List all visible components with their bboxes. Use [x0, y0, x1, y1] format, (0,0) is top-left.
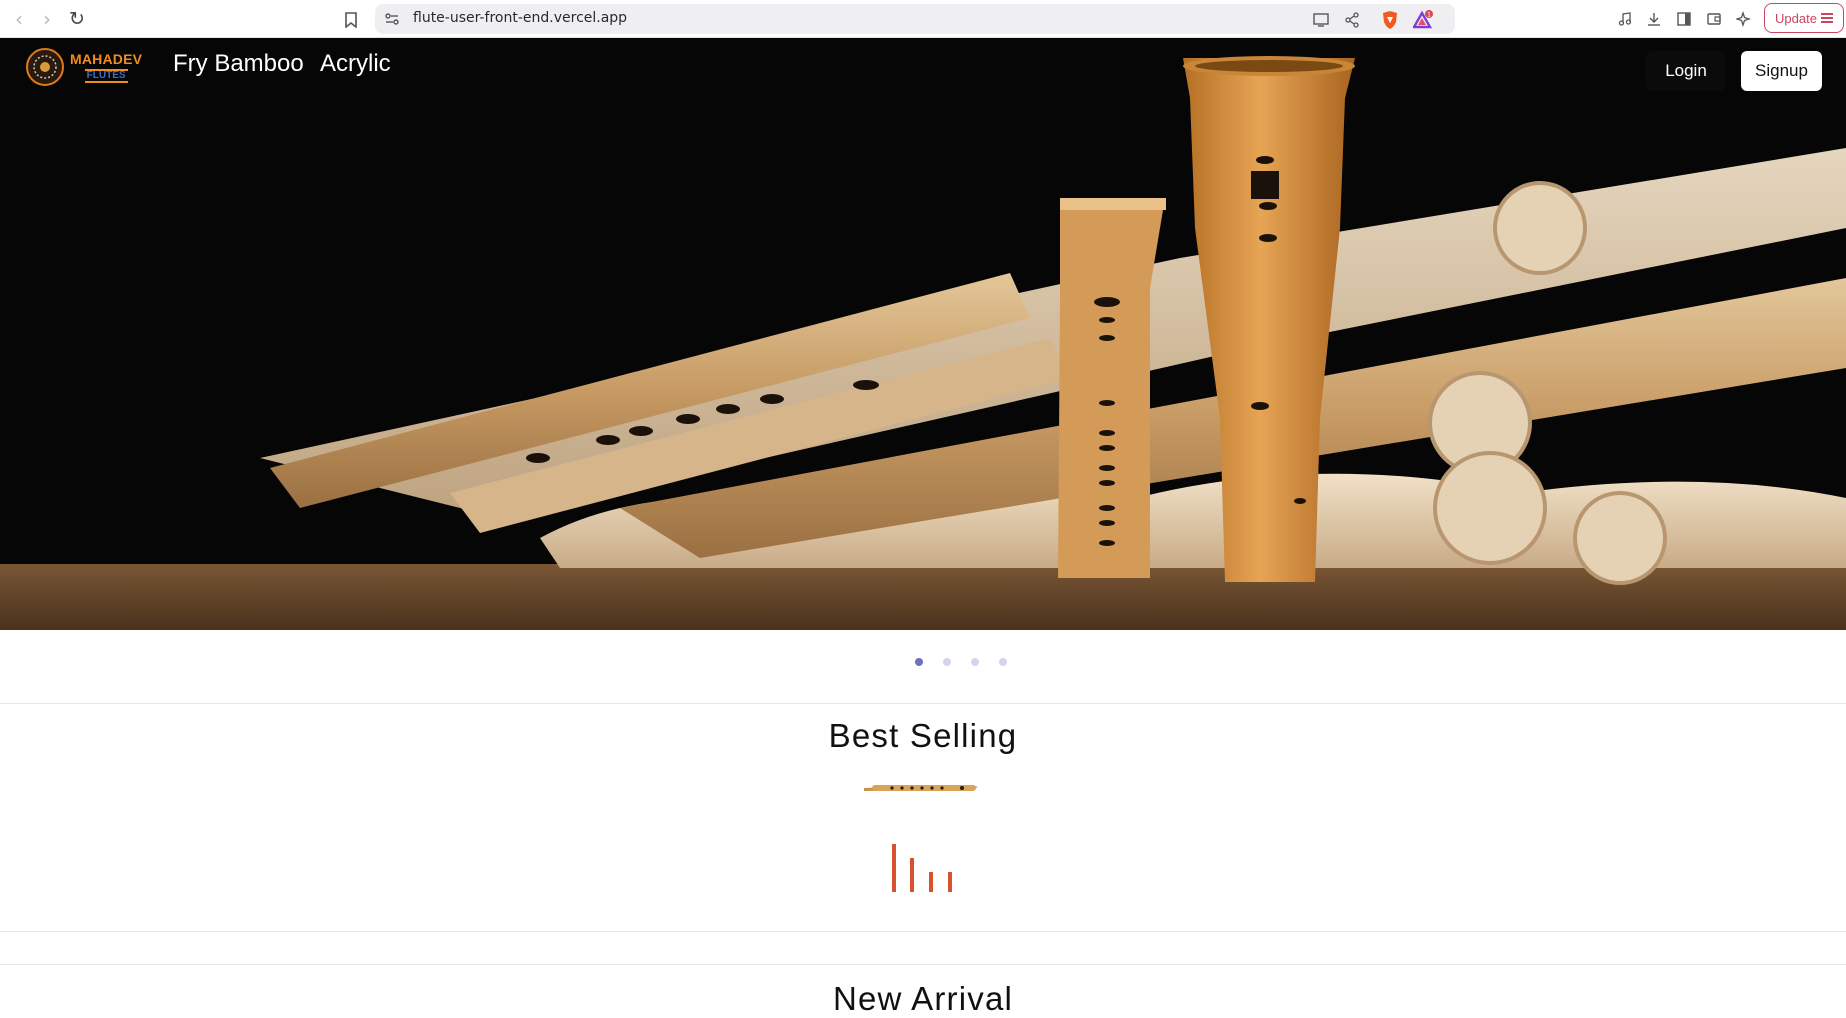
bookmark-icon[interactable]: [339, 8, 363, 32]
wallet-icon[interactable]: [1703, 8, 1725, 30]
logo-emblem-icon: [26, 48, 64, 86]
svg-text:1: 1: [1427, 12, 1431, 19]
site-info-icon[interactable]: [383, 10, 401, 28]
nav-link-fry-bamboo[interactable]: Fry Bamboo: [173, 50, 304, 78]
section-divider: [0, 703, 1846, 704]
share-icon[interactable]: [1341, 9, 1363, 31]
leo-ai-icon[interactable]: [1733, 8, 1755, 30]
signup-button[interactable]: Signup: [1741, 51, 1822, 91]
carousel-dot-2[interactable]: [943, 658, 951, 666]
url-text[interactable]: flute-user-front-end.vercel.app: [413, 10, 627, 26]
download-icon[interactable]: [1643, 8, 1665, 30]
sidebar-icon[interactable]: [1673, 8, 1695, 30]
logo-top-text: MAHADEV: [70, 50, 143, 67]
carousel-indicators: [0, 658, 1846, 672]
menu-icon: [1820, 13, 1833, 23]
update-button[interactable]: Update: [1764, 3, 1844, 33]
carousel-dot-1[interactable]: [915, 658, 923, 666]
logo-bottom-text: FLUTES: [84, 68, 128, 83]
media-icon[interactable]: [1614, 8, 1636, 30]
address-bar[interactable]: flute-user-front-end.vercel.app 1: [375, 4, 1455, 34]
forward-icon[interactable]: ›: [34, 6, 60, 32]
brave-shields-icon[interactable]: [1379, 9, 1401, 31]
carousel-dot-3[interactable]: [971, 658, 979, 666]
reload-icon[interactable]: ↻: [64, 6, 90, 32]
cast-icon[interactable]: [1310, 9, 1332, 31]
login-button[interactable]: Login: [1646, 51, 1726, 91]
section-divider: [0, 931, 1846, 932]
flute-divider-icon: [862, 779, 980, 795]
loading-bars-icon: [891, 842, 955, 892]
carousel-dot-4[interactable]: [999, 658, 1007, 666]
best-selling-title: Best Selling: [828, 717, 1018, 754]
hero-flute-image: [0, 38, 1846, 630]
back-icon[interactable]: ‹: [6, 6, 32, 32]
nav-link-acrylic[interactable]: Acrylic: [320, 50, 391, 78]
browser-toolbar: ‹ › ↻ flute-user-front-end.vercel.app 1: [0, 0, 1846, 38]
hero-carousel[interactable]: [0, 38, 1846, 630]
update-label: Update: [1775, 10, 1817, 26]
brave-rewards-icon[interactable]: 1: [1413, 9, 1435, 31]
new-arrival-title: New Arrival: [832, 980, 1014, 1017]
section-divider: [0, 964, 1846, 965]
site-logo[interactable]: MAHADEV FLUTES: [26, 48, 142, 86]
site-navbar: MAHADEV FLUTES Fry Bamboo Acrylic Login …: [0, 38, 1846, 102]
logo-text: MAHADEV FLUTES: [70, 52, 142, 83]
